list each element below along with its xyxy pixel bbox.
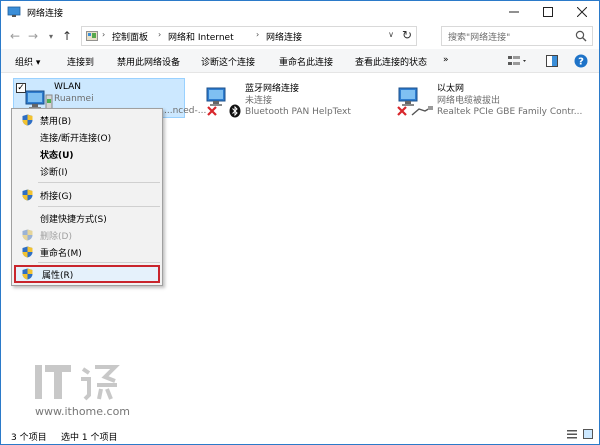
search-input[interactable]: 搜索"网络连接"	[448, 30, 510, 43]
uac-shield-icon	[22, 114, 33, 126]
refresh-icon[interactable]: ↻	[402, 28, 412, 42]
breadcrumb-separator-icon: ›	[102, 30, 106, 39]
menu-item-status[interactable]: 状态(U)	[14, 145, 160, 162]
title-bar[interactable]: 网络连接	[1, 1, 599, 23]
menu-item-label: 删除(D)	[40, 232, 72, 242]
uac-shield-icon	[22, 268, 33, 280]
selected-count: 选中 1 个项目	[61, 433, 118, 443]
search-icon[interactable]	[575, 30, 587, 42]
breadcrumb-separator-icon: ›	[158, 30, 162, 39]
menu-item-label: 禁用(B)	[40, 117, 72, 127]
forward-arrow-icon[interactable]: →	[25, 26, 41, 46]
menu-item-delete: 删除(D)	[14, 226, 160, 243]
address-bar[interactable]: › 控制面板 › 网络和 Internet › 网络连接 ∨ ↻	[81, 26, 417, 46]
uac-shield-icon	[22, 229, 33, 241]
breadcrumb-control-panel[interactable]: 控制面板	[112, 30, 148, 43]
details-view-icon[interactable]	[567, 429, 577, 442]
minimize-icon[interactable]	[497, 1, 531, 23]
rename-connection-button[interactable]: 重命名此连接	[279, 55, 333, 68]
menu-item-label: 诊断(I)	[40, 168, 68, 178]
breadcrumb-network-internet[interactable]: 网络和 Internet	[168, 30, 234, 43]
disable-device-button[interactable]: 禁用此网络设备	[117, 55, 180, 68]
menu-item-rename[interactable]: 重命名(M)	[14, 243, 160, 260]
breadcrumb-separator-icon: ›	[256, 30, 260, 39]
menu-item-connect-disconnect[interactable]: 连接/断开连接(O)	[14, 128, 160, 145]
watermark-url: www.ithome.com	[35, 405, 131, 418]
diagnose-connection-button[interactable]: 诊断这个连接	[201, 55, 255, 68]
organize-menu[interactable]: 组织 ▾	[15, 55, 40, 68]
large-icons-view-icon[interactable]	[583, 429, 593, 442]
connect-to-button[interactable]: 连接到	[67, 55, 94, 68]
control-panel-icon	[86, 31, 98, 41]
adapter-device: ...nced-...	[164, 106, 207, 116]
adapter-device: Bluetooth PAN HelpText	[245, 107, 351, 117]
adapter-device: Realtek PCIe GBE Family Contr...	[437, 107, 583, 117]
menu-separator	[38, 182, 160, 183]
menu-item-label: 创建快捷方式(S)	[40, 215, 107, 225]
window-title: 网络连接	[27, 9, 64, 19]
menu-item-label: 连接/断开连接(O)	[40, 134, 112, 144]
maximize-icon[interactable]	[531, 1, 565, 23]
uac-shield-icon	[22, 189, 33, 201]
disconnected-x-icon	[207, 106, 217, 116]
explorer-window: 网络连接 ← → ▾ ↑ › 控制面板 › 网络和 Internet › 网络连	[0, 0, 600, 445]
change-view-icon[interactable]	[507, 53, 529, 69]
help-icon[interactable]: ?	[573, 53, 589, 69]
breadcrumb-network-connections[interactable]: 网络连接	[266, 30, 302, 43]
ithome-logo	[35, 365, 120, 401]
item-count: 3 个项目	[11, 433, 47, 443]
menu-item-diagnose[interactable]: 诊断(I)	[14, 162, 160, 179]
menu-item-label: 状态(U)	[40, 151, 74, 161]
adapter-bluetooth[interactable]: 蓝牙网络连接 未连接 Bluetooth PAN HelpText	[201, 78, 381, 118]
disconnected-x-icon	[397, 106, 407, 116]
menu-item-properties[interactable]: 属性(R)	[14, 265, 160, 283]
view-status-button[interactable]: 查看此连接的状态	[355, 55, 427, 68]
up-arrow-icon[interactable]: ↑	[59, 26, 75, 46]
back-arrow-icon[interactable]: ←	[7, 26, 23, 46]
menu-item-create-shortcut[interactable]: 创建快捷方式(S)	[14, 209, 160, 226]
adapter-status: 网络电缆被拔出	[437, 96, 501, 106]
menu-item-label: 重命名(M)	[40, 249, 82, 259]
ethernet-cable-icon	[411, 106, 433, 116]
bluetooth-icon	[229, 104, 241, 118]
adapter-ethernet[interactable]: 以太网 网络电缆被拔出 Realtek PCIe GBE Family Cont…	[393, 78, 593, 118]
network-connections-icon	[7, 6, 21, 17]
address-row: ← → ▾ ↑ › 控制面板 › 网络和 Internet › 网络连接 ∨ ↻…	[1, 24, 599, 48]
close-icon[interactable]	[565, 1, 599, 23]
context-menu: 禁用(B) 连接/断开连接(O) 状态(U) 诊断(I) 桥接(G) 创建快捷方…	[11, 108, 163, 286]
menu-item-label: 桥接(G)	[40, 192, 72, 202]
menu-item-bridge[interactable]: 桥接(G)	[14, 186, 160, 203]
adapter-name: WLAN	[54, 82, 82, 92]
address-dropdown-icon[interactable]: ∨	[388, 30, 394, 39]
adapter-status: 未连接	[245, 96, 273, 106]
menu-item-label: 属性(R)	[42, 271, 74, 281]
more-commands-button[interactable]: »	[443, 55, 449, 65]
uac-shield-icon	[22, 246, 33, 258]
command-bar: 组织 ▾ 连接到 禁用此网络设备 诊断这个连接 重命名此连接 查看此连接的状态 …	[1, 49, 599, 73]
preview-pane-icon[interactable]	[545, 53, 559, 69]
menu-separator	[38, 262, 160, 263]
svg-text:?: ?	[578, 57, 584, 68]
recent-locations-chevron-icon[interactable]: ▾	[43, 26, 59, 46]
adapter-status: Ruanmei	[54, 94, 94, 104]
menu-item-disable[interactable]: 禁用(B)	[14, 111, 160, 128]
search-box[interactable]: 搜索"网络连接"	[441, 26, 593, 46]
status-bar: 3 个项目 选中 1 个项目	[1, 426, 599, 444]
menu-separator	[38, 206, 160, 207]
